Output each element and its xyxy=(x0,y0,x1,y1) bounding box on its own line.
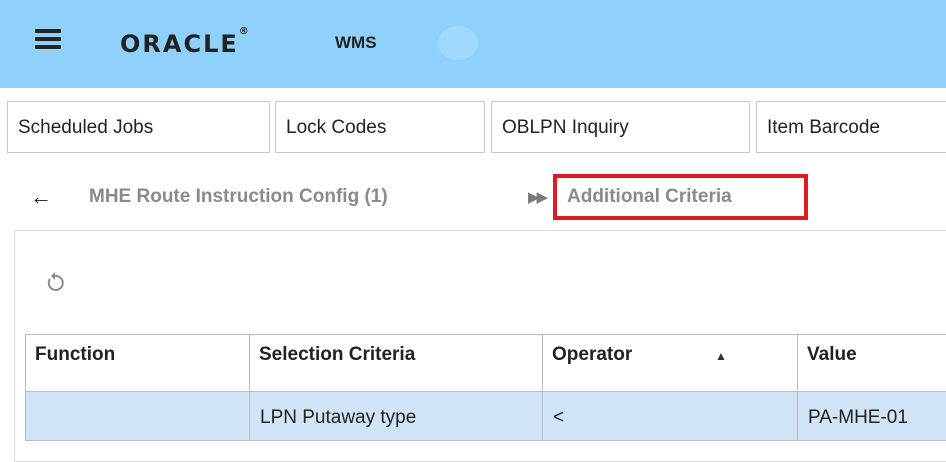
column-header-operator[interactable]: Operator ▲ xyxy=(542,334,798,392)
app-header: ORACLE® WMS xyxy=(0,0,946,88)
app-name: WMS xyxy=(335,33,377,52)
tab-scheduled-jobs[interactable]: Scheduled Jobs xyxy=(7,101,270,153)
highlight-annotation xyxy=(553,174,808,220)
table-cell-function[interactable] xyxy=(25,391,250,441)
tab-item-barcode[interactable]: Item Barcode xyxy=(756,101,946,153)
arrow-left-icon[interactable]: ← xyxy=(30,186,52,208)
sort-ascending-icon[interactable]: ▲ xyxy=(715,349,727,363)
avatar[interactable] xyxy=(438,26,478,60)
tab-lock-codes[interactable]: Lock Codes xyxy=(275,101,485,153)
breadcrumb-parent[interactable]: MHE Route Instruction Config (1) xyxy=(89,186,388,208)
hamburger-menu-icon[interactable] xyxy=(35,27,61,51)
table-cell-selection-criteria[interactable]: LPN Putaway type xyxy=(249,391,543,441)
tab-bar: Scheduled Jobs Lock Codes OBLPN Inquiry … xyxy=(0,101,946,155)
column-header-operator-label: Operator xyxy=(552,344,633,365)
column-header-value[interactable]: Value xyxy=(797,334,946,392)
column-header-function[interactable]: Function xyxy=(25,334,250,392)
refresh-icon[interactable] xyxy=(44,272,66,294)
tab-oblpn-inquiry[interactable]: OBLPN Inquiry xyxy=(491,101,750,153)
table-cell-operator[interactable]: < xyxy=(542,391,798,441)
breadcrumb-separator-icon: ▶▶ xyxy=(528,189,548,206)
table-cell-value[interactable]: PA-MHE-01 xyxy=(797,391,946,441)
oracle-logo: ORACLE® xyxy=(120,26,249,58)
column-header-selection-criteria[interactable]: Selection Criteria xyxy=(249,334,543,392)
